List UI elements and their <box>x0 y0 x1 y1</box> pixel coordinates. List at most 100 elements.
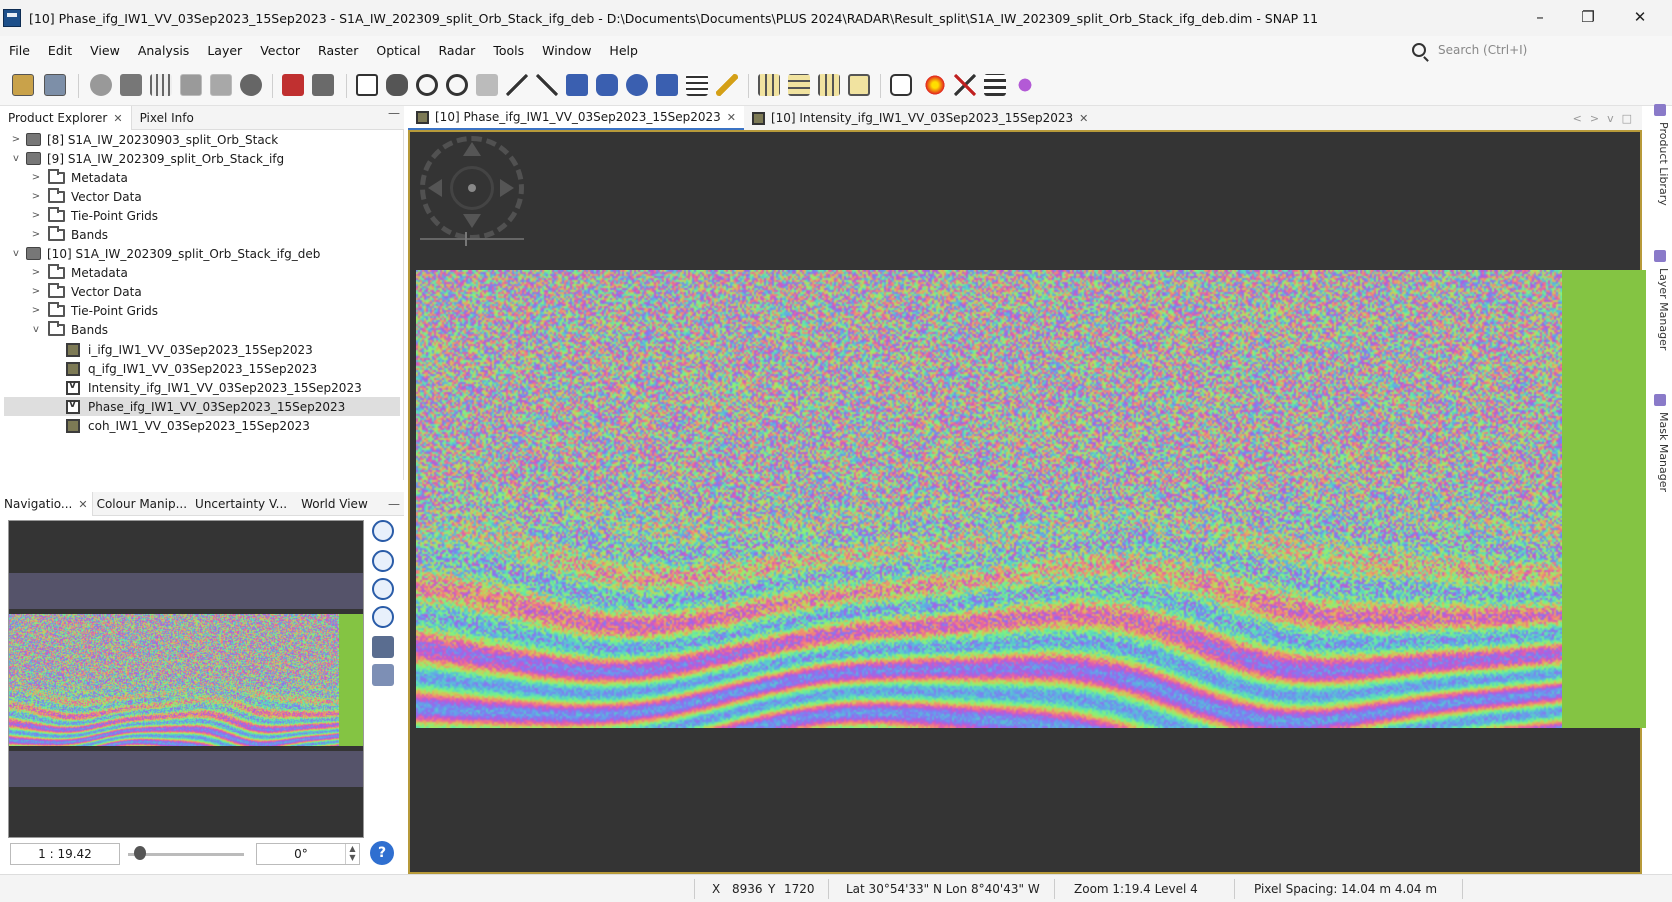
gcp-placing-icon[interactable] <box>476 74 498 96</box>
magic-wand-icon[interactable] <box>656 74 678 96</box>
chevron-right-icon[interactable]: > <box>30 305 42 316</box>
menu-radar[interactable]: Radar <box>430 43 485 58</box>
chevron-right-icon[interactable]: > <box>30 191 42 202</box>
close-button[interactable]: ✕ <box>1620 6 1660 30</box>
close-icon[interactable]: ✕ <box>1079 112 1088 125</box>
close-icon[interactable]: ✕ <box>113 112 122 125</box>
tree-band[interactable]: coh_IW1_VV_03Sep2023_15Sep2023 <box>66 416 310 435</box>
tree-folder-tie-point-grids[interactable]: > Tie-Point Grids <box>30 206 158 225</box>
tree-product-8[interactable]: > [8] S1A_IW_20230903_split_Orb_Stack <box>10 130 278 149</box>
pin-manager-icon[interactable] <box>180 74 202 96</box>
chevron-right-icon[interactable]: > <box>30 172 42 183</box>
menu-help[interactable]: Help <box>600 43 647 58</box>
chevron-down-icon[interactable]: v <box>1607 112 1614 125</box>
tab-uncertainty[interactable]: Uncertainty V... <box>191 492 291 516</box>
image-view[interactable] <box>408 130 1646 874</box>
binary-icon[interactable] <box>984 74 1006 96</box>
line-draw-icon[interactable] <box>506 74 528 96</box>
tree-band[interactable]: Intensity_ifg_IW1_VV_03Sep2023_15Sep2023 <box>66 378 362 397</box>
batch-processing-icon[interactable] <box>312 74 334 96</box>
search-box[interactable]: Search (Ctrl+I) <box>1412 40 1592 60</box>
tree-band[interactable]: q_ifg_IW1_VV_03Sep2023_15Sep2023 <box>66 359 317 378</box>
tree-folder-vector-data[interactable]: > Vector Data <box>30 282 142 301</box>
tree-folder-bands[interactable]: > Bands <box>30 225 108 244</box>
menu-edit[interactable]: Edit <box>39 43 81 58</box>
minimize-button[interactable]: – <box>1520 6 1560 30</box>
tab-intensity-view[interactable]: [10] Intensity_ifg_IW1_VV_03Sep2023_15Se… <box>744 106 1096 130</box>
tab-mask-manager[interactable]: Mask Manager <box>1650 412 1670 492</box>
spinner-icon[interactable]: ▲ ▼ <box>345 844 359 864</box>
zoom-out-icon[interactable] <box>372 550 394 572</box>
close-icon[interactable]: ✕ <box>727 111 736 124</box>
tree-product-9[interactable]: v [9] S1A_IW_202309_split_Orb_Stack_ifg <box>10 149 284 168</box>
menu-vector[interactable]: Vector <box>251 43 309 58</box>
open-product-icon[interactable] <box>12 74 34 96</box>
tab-navigation[interactable]: Navigatio... ✕ <box>0 491 93 516</box>
menu-optical[interactable]: Optical <box>367 43 429 58</box>
tile-single-icon[interactable] <box>848 74 870 96</box>
menu-window[interactable]: Window <box>533 43 600 58</box>
pin-placing-icon[interactable] <box>446 74 468 96</box>
menu-view[interactable]: View <box>81 43 129 58</box>
restore-button[interactable]: ❐ <box>1568 6 1608 30</box>
arrow-down-icon[interactable] <box>463 214 481 228</box>
export-view-icon[interactable] <box>890 74 912 96</box>
zoom-tool-icon[interactable] <box>416 74 438 96</box>
menu-layer[interactable]: Layer <box>198 43 251 58</box>
tree-folder-bands[interactable]: v Bands <box>30 320 108 339</box>
scale-field[interactable]: 1 : 19.42 <box>10 843 120 865</box>
zoom-all-icon[interactable] <box>372 606 394 628</box>
chevron-right-icon[interactable]: > <box>1590 112 1599 125</box>
tab-phase-view[interactable]: [10] Phase_ifg_IW1_VV_03Sep2023_15Sep202… <box>408 106 744 130</box>
zoom-pixel-icon[interactable] <box>372 578 394 600</box>
arrow-right-icon[interactable] <box>500 179 514 197</box>
sync-cursor-icon[interactable] <box>372 664 394 686</box>
tree-folder-tie-point-grids[interactable]: > Tie-Point Grids <box>30 301 158 320</box>
close-icon[interactable]: ✕ <box>78 498 87 511</box>
tile-horizontal-icon[interactable] <box>758 74 780 96</box>
menu-raster[interactable]: Raster <box>309 43 367 58</box>
zoom-slider-track[interactable] <box>420 238 524 240</box>
chevron-right-icon[interactable]: > <box>10 134 22 145</box>
tree-band-selected[interactable]: Phase_ifg_IW1_VV_03Sep2023_15Sep2023 <box>4 397 400 416</box>
cut-icon[interactable] <box>954 74 976 96</box>
chevron-down-icon[interactable]: v <box>10 248 22 259</box>
sync-views-icon[interactable] <box>372 636 394 658</box>
menu-file[interactable]: File <box>0 43 39 58</box>
navigation-overview[interactable] <box>8 520 364 838</box>
menu-analysis[interactable]: Analysis <box>129 43 199 58</box>
gcp-manager-icon[interactable] <box>210 74 232 96</box>
subset-icon[interactable] <box>120 74 142 96</box>
rotation-field[interactable]: 0° ▲ ▼ <box>256 843 360 865</box>
chevron-left-icon[interactable]: < <box>1573 112 1582 125</box>
snap-star-icon[interactable] <box>924 74 946 96</box>
zoom-slider-thumb[interactable] <box>465 232 467 246</box>
tile-grid-icon[interactable] <box>818 74 840 96</box>
tree-product-10[interactable]: v [10] S1A_IW_202309_split_Orb_Stack_ifg… <box>10 244 320 263</box>
tab-layer-manager[interactable]: Layer Manager <box>1650 268 1670 350</box>
tab-product-library[interactable]: Product Library <box>1650 122 1670 206</box>
tree-band[interactable]: i_ifg_IW1_VV_03Sep2023_15Sep2023 <box>66 340 313 359</box>
tree-folder-metadata[interactable]: > Metadata <box>30 168 128 187</box>
arrow-up-icon[interactable] <box>463 142 481 156</box>
help-icon[interactable]: ? <box>370 841 394 865</box>
range-finder-icon[interactable] <box>686 74 708 96</box>
polyline-draw-icon[interactable] <box>536 74 558 96</box>
minimize-panel-icon[interactable]: — <box>384 106 404 120</box>
chevron-right-icon[interactable]: > <box>30 229 42 240</box>
chevron-down-icon[interactable]: v <box>30 324 42 335</box>
tree-folder-metadata[interactable]: > Metadata <box>30 263 128 282</box>
reprojection-icon[interactable] <box>90 74 112 96</box>
tree-folder-vector-data[interactable]: > Vector Data <box>30 187 142 206</box>
pan-tool-icon[interactable] <box>386 74 408 96</box>
chevron-right-icon[interactable]: > <box>30 267 42 278</box>
chevron-right-icon[interactable]: > <box>30 210 42 221</box>
tile-vertical-icon[interactable] <box>788 74 810 96</box>
rectangle-draw-icon[interactable] <box>566 74 588 96</box>
tab-product-explorer[interactable]: Product Explorer ✕ <box>0 105 132 130</box>
maximize-icon[interactable]: □ <box>1622 112 1632 125</box>
ellipse-draw-icon[interactable] <box>626 74 648 96</box>
chevron-right-icon[interactable]: > <box>30 286 42 297</box>
arrow-left-icon[interactable] <box>428 179 442 197</box>
overlay-icon[interactable] <box>240 74 262 96</box>
